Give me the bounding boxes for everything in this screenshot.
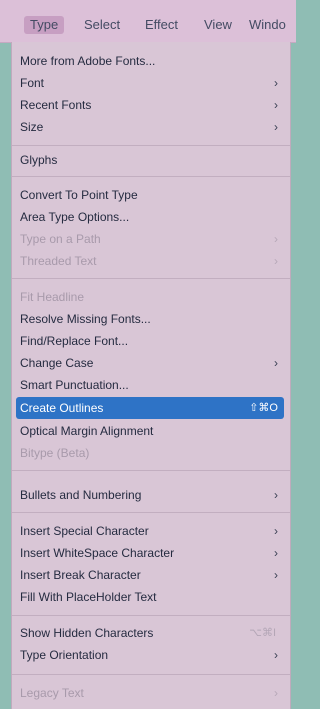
menu-item-resolve-missing-fonts[interactable]: Resolve Missing Fonts... (20, 308, 282, 330)
menu-item-smart-punctuation[interactable]: Smart Punctuation... (20, 374, 282, 396)
menu-item-label: Find/Replace Font... (20, 334, 129, 348)
submenu-arrow-icon: › (274, 568, 278, 582)
submenu-arrow-icon: › (274, 76, 278, 90)
submenu-arrow-icon: › (274, 488, 278, 502)
menu-item-fit-headline: Fit Headline (20, 286, 282, 308)
menu-item-label: Bullets and Numbering (20, 488, 142, 502)
menu-item-area-type-options[interactable]: Area Type Options... (20, 206, 282, 228)
menubar-window[interactable]: Windo (249, 16, 286, 34)
menu-separator (12, 278, 290, 279)
menu-item-label: Resolve Missing Fonts... (20, 312, 151, 326)
menu-item-label: Area Type Options... (20, 210, 130, 224)
menu-item-label: Recent Fonts (20, 98, 92, 112)
menu-item-convert-to-point-type[interactable]: Convert To Point Type (20, 184, 282, 206)
menu-item-label: Create Outlines (20, 401, 104, 415)
menu-item-label: Optical Margin Alignment (20, 424, 154, 438)
menu-item-label: Insert Break Character (20, 568, 141, 582)
menu-item-label: Font (20, 76, 45, 90)
menu-item-insert-special-character[interactable]: Insert Special Character › (20, 520, 282, 542)
menubar-type[interactable]: Type (24, 16, 65, 34)
menu-item-label: Fit Headline (20, 290, 85, 304)
menu-item-size[interactable]: Size › (20, 116, 282, 138)
menu-item-optical-margin-alignment[interactable]: Optical Margin Alignment (20, 420, 282, 442)
submenu-arrow-icon: › (274, 686, 278, 700)
menu-item-label: More from Adobe Fonts... (20, 54, 156, 68)
menu-item-threaded-text: Threaded Text › (20, 250, 282, 272)
menu-item-type-orientation[interactable]: Type Orientation › (20, 644, 282, 666)
menu-item-find-replace-font[interactable]: Find/Replace Font... (20, 330, 282, 352)
submenu-arrow-icon: › (274, 648, 278, 662)
menu-item-label: Type Orientation (20, 648, 109, 662)
menu-separator (12, 512, 290, 513)
menu-separator (12, 674, 290, 675)
menu-item-show-hidden-characters[interactable]: Show Hidden Characters ⌥⌘I (20, 622, 282, 644)
submenu-arrow-icon: › (274, 524, 278, 538)
menu-item-label: Convert To Point Type (20, 188, 138, 202)
menu-separator (12, 470, 290, 471)
menu-separator (12, 145, 290, 146)
menu-item-glyphs[interactable]: Glyphs (20, 149, 282, 171)
menu-item-bullets-and-numbering[interactable]: Bullets and Numbering › (20, 484, 282, 506)
menu-item-change-case[interactable]: Change Case › (20, 352, 282, 374)
menu-item-label: Fill With PlaceHolder Text (20, 590, 157, 604)
menu-bar: Type Select Effect View Windo (0, 0, 296, 43)
type-menu-dropdown: More from Adobe Fonts... Font › Recent F… (11, 42, 291, 709)
keyboard-shortcut: ⌥⌘I (249, 627, 276, 639)
menu-item-insert-whitespace-character[interactable]: Insert WhiteSpace Character › (20, 542, 282, 564)
menu-item-more-from-adobe-fonts[interactable]: More from Adobe Fonts... (20, 50, 282, 72)
menu-item-label: Show Hidden Characters (20, 626, 154, 640)
menu-item-label: Threaded Text (20, 254, 97, 268)
menu-item-bitype-beta: Bitype (Beta) (20, 442, 282, 464)
submenu-arrow-icon: › (274, 546, 278, 560)
menu-item-label: Change Case (20, 356, 94, 370)
menu-item-font[interactable]: Font › (20, 72, 282, 94)
submenu-arrow-icon: › (274, 356, 278, 370)
keyboard-shortcut: ⇧⌘O (249, 402, 278, 414)
submenu-arrow-icon: › (274, 120, 278, 134)
menu-item-label: Size (20, 120, 44, 134)
menu-item-insert-break-character[interactable]: Insert Break Character › (20, 564, 282, 586)
menu-item-create-outlines[interactable]: Create Outlines ⇧⌘O (16, 397, 284, 419)
submenu-arrow-icon: › (274, 98, 278, 112)
menu-item-label: Legacy Text (20, 686, 84, 700)
menu-item-label: Insert Special Character (20, 524, 149, 538)
menu-item-recent-fonts[interactable]: Recent Fonts › (20, 94, 282, 116)
menu-item-label: Bitype (Beta) (20, 446, 90, 460)
menu-separator (12, 176, 290, 177)
submenu-arrow-icon: › (274, 232, 278, 246)
menu-item-legacy-text: Legacy Text › (20, 682, 282, 704)
menu-item-label: Type on a Path (20, 232, 101, 246)
menubar-view[interactable]: View (204, 16, 232, 34)
menubar-select[interactable]: Select (84, 16, 120, 34)
menu-item-label: Smart Punctuation... (20, 378, 129, 392)
menubar-effect[interactable]: Effect (145, 16, 178, 34)
menu-item-label: Insert WhiteSpace Character (20, 546, 175, 560)
submenu-arrow-icon: › (274, 254, 278, 268)
menu-item-label: Glyphs (20, 153, 58, 167)
menu-separator (12, 615, 290, 616)
menu-item-fill-with-placeholder-text[interactable]: Fill With PlaceHolder Text (20, 586, 282, 608)
menu-item-type-on-a-path: Type on a Path › (20, 228, 282, 250)
